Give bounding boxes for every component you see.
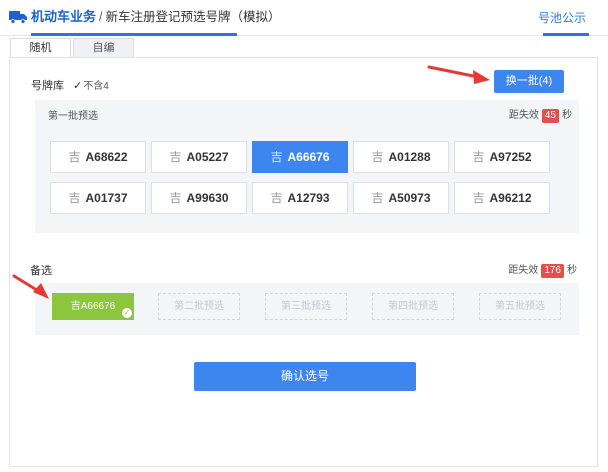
plate-province: 吉	[270, 150, 283, 164]
truck-icon	[9, 11, 27, 24]
batch-countdown: 距失效 45 秒	[509, 106, 572, 123]
tab-custom[interactable]: 自编	[73, 38, 134, 57]
plate-number: A12793	[287, 191, 330, 205]
alternate-slot[interactable]: 第四批预选	[372, 293, 454, 320]
countdown-prefix: 距失效	[508, 265, 539, 276]
tab-random[interactable]: 随机	[10, 38, 71, 57]
batch-box: 第一批预选 距失效 45 秒 吉 A68622 吉 A05227 吉 A66676 吉 A0…	[35, 100, 579, 233]
breadcrumb-underline	[31, 33, 237, 36]
check-circle-icon: ✓	[122, 308, 132, 318]
plate-number: A01288	[388, 150, 431, 164]
alternate-slot-label: 第二批预选	[174, 301, 224, 312]
countdown-suffix: 秒	[562, 110, 572, 121]
exclude-four-label: 不含4	[83, 81, 109, 92]
plate-option[interactable]: 吉 A50973	[353, 182, 449, 214]
plate-province: 吉	[169, 191, 182, 205]
plate-province: 吉	[371, 150, 384, 164]
alternate-slot[interactable]: 第三批预选	[265, 293, 347, 320]
plate-option[interactable]: 吉 A12793	[252, 182, 348, 214]
plate-province: 吉	[472, 150, 485, 164]
exclude-four-checkbox[interactable]: ✓不含4	[73, 77, 109, 92]
plate-province: 吉	[270, 191, 283, 205]
plate-number: A05227	[186, 150, 229, 164]
plate-option[interactable]: 吉 A01737	[50, 182, 146, 214]
plate-number: A01737	[85, 191, 128, 205]
breadcrumb-current: 新车注册登记预选号牌（模拟）	[105, 10, 281, 24]
plate-number: A68622	[85, 150, 128, 164]
plate-option[interactable]: 吉 A01288	[353, 141, 449, 173]
countdown-suffix: 秒	[567, 265, 577, 276]
plate-number: A97252	[489, 150, 532, 164]
plate-option[interactable]: 吉 A68622	[50, 141, 146, 173]
plate-option[interactable]: 吉 A05227	[151, 141, 247, 173]
alternates-countdown: 距失效 176 秒	[508, 261, 577, 278]
confirm-selection-button[interactable]: 确认选号	[194, 362, 416, 391]
plate-number: A66676	[287, 150, 330, 164]
plate-option[interactable]: 吉 A96212	[454, 182, 550, 214]
pool-announcement-link[interactable]: 号池公示	[538, 9, 586, 26]
alternates-box: 吉A66676 ✓ 第二批预选 第三批预选 第四批预选 第五批预选	[35, 283, 579, 335]
plate-number: A50973	[388, 191, 431, 205]
alternate-slot-label: 第四批预选	[388, 301, 438, 312]
plate-province: 吉	[472, 191, 485, 205]
plate-option[interactable]: 吉 A97252	[454, 141, 550, 173]
alternate-slot-label: 第五批预选	[495, 301, 545, 312]
plate-number: A96212	[489, 191, 532, 205]
alternate-slot-filled[interactable]: 吉A66676 ✓	[52, 293, 134, 320]
swap-batch-button[interactable]: 换一批(4)	[494, 70, 564, 93]
countdown-prefix: 距失效	[508, 110, 539, 121]
countdown-value: 45	[541, 109, 559, 123]
alternate-slot[interactable]: 第二批预选	[158, 293, 240, 320]
alternate-slot-label: 吉A66676	[70, 301, 116, 312]
pool-label: 号牌库	[31, 80, 64, 92]
plate-province: 吉	[68, 150, 81, 164]
plate-option[interactable]: 吉 A99630	[151, 182, 247, 214]
page-header: 机动车业务 / 新车注册登记预选号牌（模拟） 号池公示	[0, 0, 608, 36]
batch-title: 第一批预选	[48, 111, 98, 122]
breadcrumb: 机动车业务 / 新车注册登记预选号牌（模拟）	[31, 9, 281, 25]
checkmark-icon: ✓	[73, 80, 83, 92]
breadcrumb-separator: /	[99, 10, 103, 24]
plate-province: 吉	[371, 191, 384, 205]
pool-link-underline	[543, 33, 589, 36]
breadcrumb-main[interactable]: 机动车业务	[31, 9, 96, 24]
selection-panel: 号牌库 ✓不含4 换一批(4) 第一批预选 距失效 45 秒 吉 A68622 吉 A0…	[9, 57, 598, 467]
plate-province: 吉	[169, 150, 182, 164]
alternate-slot[interactable]: 第五批预选	[479, 293, 561, 320]
plate-option-selected[interactable]: 吉 A66676	[252, 141, 348, 173]
plate-number: A99630	[186, 191, 229, 205]
plate-province: 吉	[68, 191, 81, 205]
alternates-label: 备选	[30, 265, 52, 277]
countdown-value: 176	[541, 264, 564, 278]
alternate-slot-label: 第三批预选	[281, 301, 331, 312]
